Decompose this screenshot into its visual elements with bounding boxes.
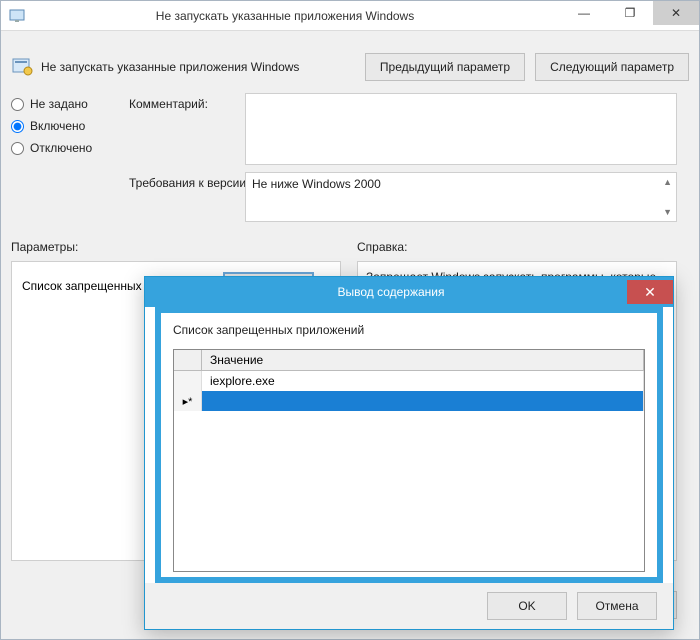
dialog-titlebar: Вывод содержания ✕ xyxy=(145,277,673,307)
radio-enabled-label: Включено xyxy=(30,119,85,133)
close-button[interactable]: ✕ xyxy=(653,1,699,25)
dialog-body: Список запрещенных приложений Значение i… xyxy=(155,307,663,583)
dialog-subtitle: Список запрещенных приложений xyxy=(173,323,645,337)
radio-enabled[interactable]: Включено xyxy=(11,119,92,133)
comment-label: Комментарий: xyxy=(129,97,208,111)
grid-header-value: Значение xyxy=(202,350,644,371)
radio-enabled-input[interactable] xyxy=(11,120,24,133)
help-section-label: Справка: xyxy=(357,240,407,254)
dialog-footer: OK Отмена xyxy=(145,583,673,629)
parameters-section-label: Параметры: xyxy=(11,240,78,254)
show-contents-dialog: Вывод содержания ✕ Список запрещенных пр… xyxy=(144,276,674,630)
grid-cell-value[interactable]: iexplore.exe xyxy=(202,371,644,391)
maximize-button[interactable]: ❐ xyxy=(607,1,653,25)
requirements-box: Не ниже Windows 2000 ▲ ▼ xyxy=(245,172,677,222)
policy-icon xyxy=(11,56,33,78)
grid-new-row[interactable]: ▸* xyxy=(174,391,644,411)
state-radio-group: Не задано Включено Отключено xyxy=(11,97,92,163)
grid-header: Значение xyxy=(174,350,644,371)
titlebar: Не запускать указанные приложения Window… xyxy=(1,1,699,31)
policy-header: Не запускать указанные приложения Window… xyxy=(11,41,689,93)
minimize-button[interactable]: ― xyxy=(561,1,607,25)
dialog-ok-button[interactable]: OK xyxy=(487,592,567,620)
values-grid[interactable]: Значение iexplore.exe ▸* xyxy=(173,349,645,572)
policy-name: Не запускать указанные приложения Window… xyxy=(41,60,365,74)
scroll-up-icon[interactable]: ▲ xyxy=(663,177,672,187)
radio-not-configured[interactable]: Не задано xyxy=(11,97,92,111)
radio-disabled-label: Отключено xyxy=(30,141,92,155)
grid-new-cell[interactable] xyxy=(202,391,644,411)
grid-empty-area xyxy=(174,411,644,571)
new-row-marker-icon: ▸* xyxy=(174,391,202,411)
window-buttons: ― ❐ ✕ xyxy=(561,1,699,30)
scroll-down-icon[interactable]: ▼ xyxy=(663,207,672,217)
radio-not-configured-input[interactable] xyxy=(11,98,24,111)
grid-header-marker xyxy=(174,350,202,371)
requirements-value: Не ниже Windows 2000 xyxy=(252,177,381,191)
window-title: Не запускать указанные приложения Window… xyxy=(9,9,561,23)
dialog-close-button[interactable]: ✕ xyxy=(627,280,673,304)
grid-row-marker xyxy=(174,371,202,391)
grid-row[interactable]: iexplore.exe xyxy=(174,371,644,391)
radio-disabled-input[interactable] xyxy=(11,142,24,155)
dialog-cancel-button[interactable]: Отмена xyxy=(577,592,657,620)
radio-disabled[interactable]: Отключено xyxy=(11,141,92,155)
dialog-title: Вывод содержания xyxy=(155,285,627,299)
radio-not-configured-label: Не задано xyxy=(30,97,88,111)
requirements-label: Требования к версии: xyxy=(129,176,249,190)
comment-textarea[interactable] xyxy=(245,93,677,165)
previous-setting-button[interactable]: Предыдущий параметр xyxy=(365,53,525,81)
next-setting-button[interactable]: Следующий параметр xyxy=(535,53,689,81)
